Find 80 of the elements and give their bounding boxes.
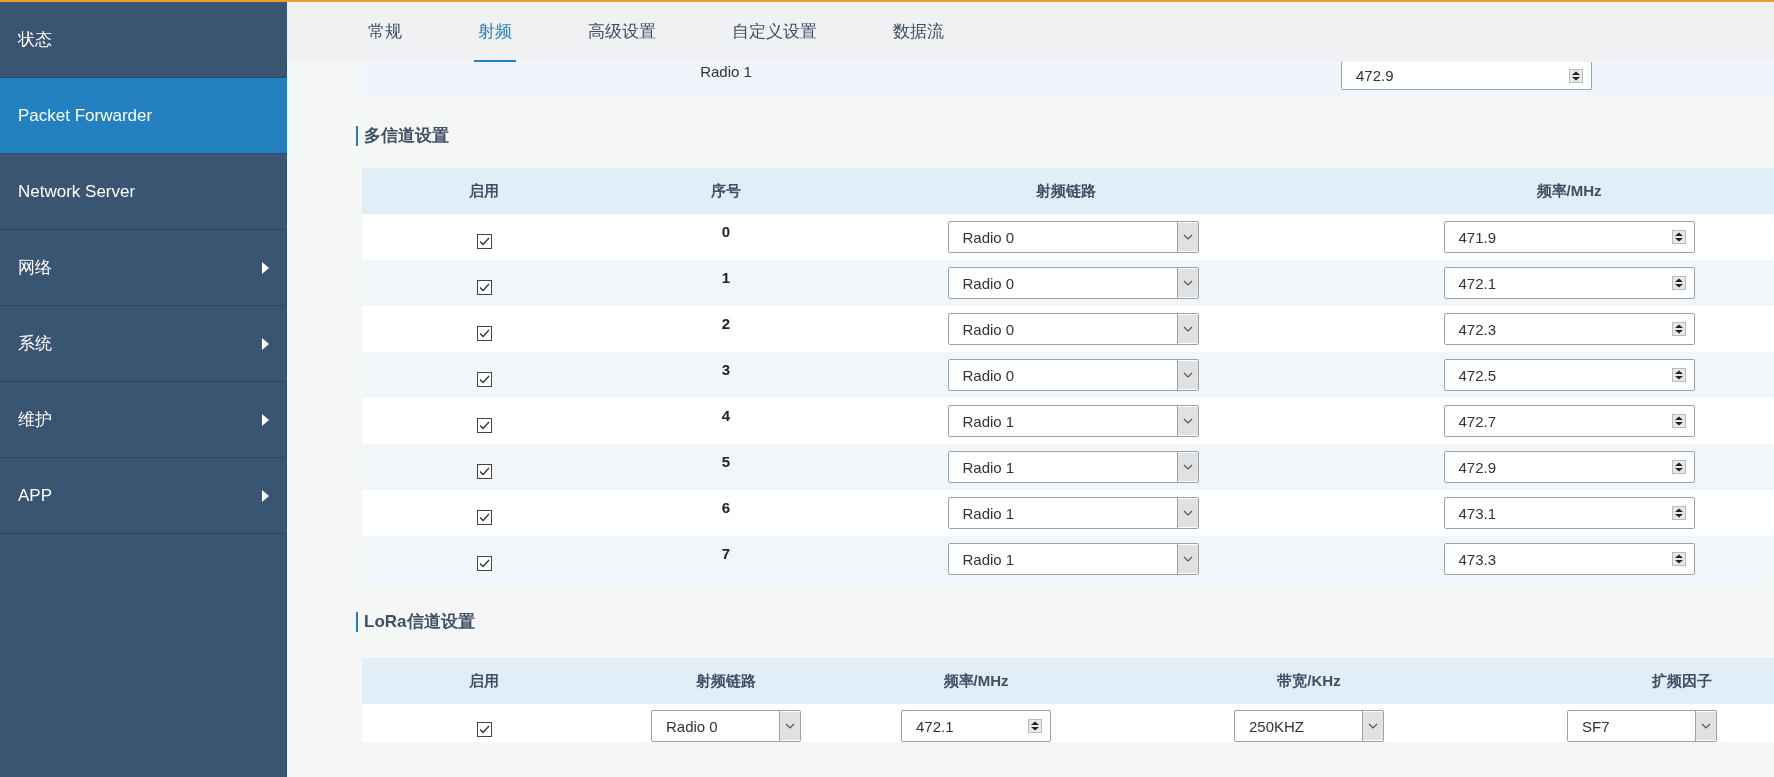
frequency-field[interactable]: 472.3 [1443,313,1695,345]
row-index: 3 [721,360,731,378]
frequency-field[interactable]: 473.1 [1443,497,1695,529]
caret-icon [262,261,269,274]
frequency-field[interactable]: 472.1 [1443,267,1695,299]
bandwidth-select[interactable]: 250KHZ [1234,710,1384,742]
row-index: 1 [721,268,731,286]
radio-select[interactable]: Radio 0 [651,710,801,742]
chevron-icon [1176,268,1198,298]
tab[interactable]: 高级设置 [584,2,660,62]
column-header: 扩频因子 [1652,671,1712,689]
section-title: LoRa信道设置 [356,612,475,632]
radio-select[interactable]: Radio 0 [947,359,1199,391]
column-header: 带宽/KHz [1277,671,1341,689]
tab[interactable]: 常规 [364,2,406,62]
caret-icon [262,337,269,350]
row-index: 5 [721,452,731,470]
tab[interactable]: 数据流 [889,2,948,62]
checkbox[interactable] [476,555,492,571]
spinner-icon [1671,322,1686,336]
checkbox[interactable] [476,417,492,433]
radio-select[interactable]: Radio 1 [947,543,1199,575]
chevron-icon [1176,406,1198,436]
chevron-icon [1176,498,1198,528]
radio-select[interactable]: Radio 1 [947,405,1199,437]
chevron-icon [1176,360,1198,390]
spinner-icon [1671,414,1686,428]
sidebar-item[interactable]: Packet Forwarder [0,78,287,154]
frequency-field[interactable]: 472.5 [1443,359,1695,391]
frequency-field[interactable]: 472.9 [1443,451,1695,483]
column-header: 启用 [469,181,499,199]
chevron-icon [1695,711,1716,741]
row-index: 4 [721,406,731,424]
chevron-icon [779,711,800,741]
frequency-field[interactable]: 473.3 [1443,543,1695,575]
caret-icon [262,413,269,426]
spinner-icon [1671,368,1686,382]
column-header: 射频链路 [1036,181,1096,199]
row-index: 7 [721,544,731,562]
column-header: 序号 [711,181,741,199]
tab[interactable]: 自定义设置 [728,2,821,62]
spinner-icon [1671,230,1686,244]
frequency-field[interactable]: 472.7 [1443,405,1695,437]
column-header: 启用 [469,671,499,689]
spinner-icon [1671,552,1686,566]
spinner-icon [1671,276,1686,290]
spreading-factor-select[interactable]: SF7 [1567,710,1717,742]
checkbox[interactable] [476,463,492,479]
chevron-icon [1176,544,1198,574]
spinner-icon [1671,460,1686,474]
row-index: 6 [721,498,731,516]
radio-select[interactable]: Radio 1 [947,451,1199,483]
checkbox[interactable] [476,371,492,387]
caret-icon [262,489,269,502]
chevron-icon [1176,314,1198,344]
spinner-icon [1569,68,1583,83]
radio-label: Radio 1 [700,63,752,80]
chevron-icon [1176,222,1198,252]
checkbox[interactable] [476,509,492,525]
frequency-field[interactable]: 472.1 [901,710,1051,742]
checkbox[interactable] [476,325,492,341]
checkbox[interactable] [476,279,492,295]
chevron-icon [1176,452,1198,482]
frequency-field[interactable]: 472.9 [1341,62,1592,90]
section-title: 多信道设置 [356,126,449,146]
checkbox[interactable] [476,233,492,249]
column-header: 射频链路 [696,671,756,689]
row-index: 0 [721,222,731,240]
radio-select[interactable]: Radio 1 [947,497,1199,529]
radio-select[interactable]: Radio 0 [947,267,1199,299]
radio-select[interactable]: Radio 0 [947,221,1199,253]
frequency-field[interactable]: 471.9 [1443,221,1695,253]
column-header: 频率/MHz [943,671,1009,689]
row-index: 2 [721,314,731,332]
radio-select[interactable]: Radio 0 [947,313,1199,345]
spinner-icon [1671,506,1686,520]
chevron-icon [1362,711,1383,741]
checkbox[interactable] [476,722,492,737]
spinner-icon [1028,719,1042,733]
column-header: 频率/MHz [1536,181,1602,199]
